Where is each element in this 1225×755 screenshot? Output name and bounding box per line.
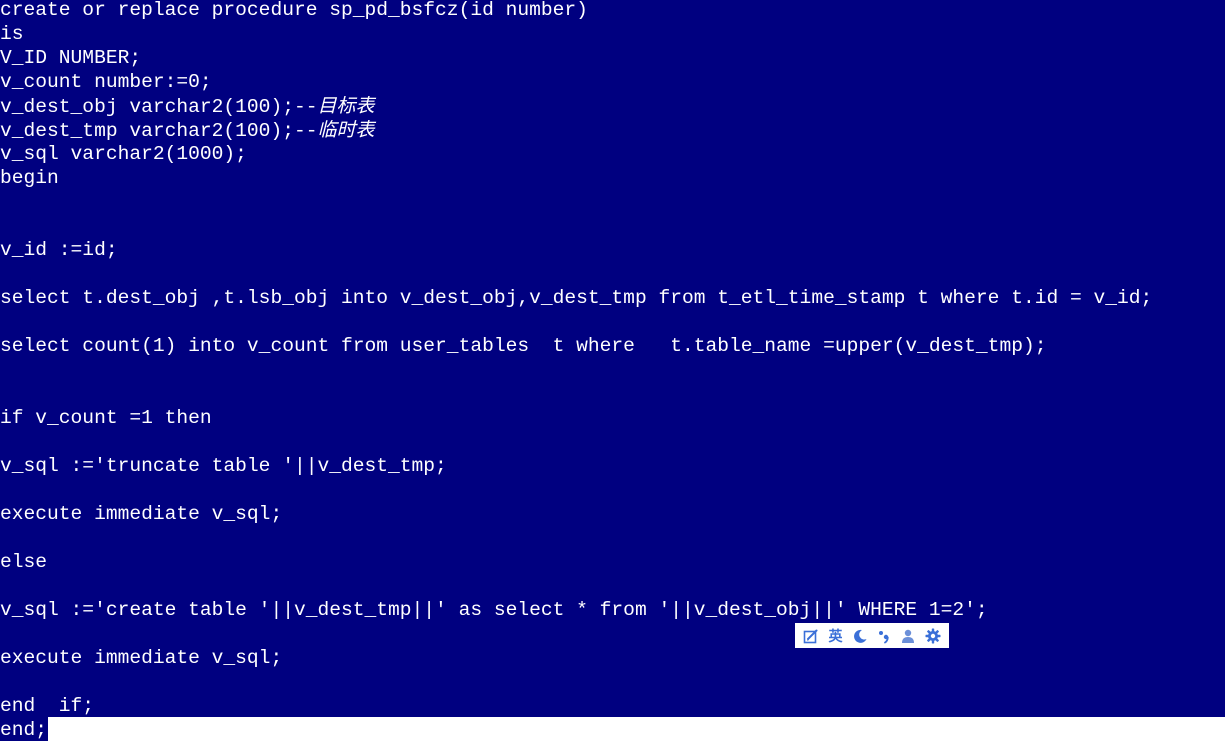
- code-editor[interactable]: create or replace procedure sp_pd_bsfcz(…: [0, 0, 1225, 717]
- screen: create or replace procedure sp_pd_bsfcz(…: [0, 0, 1225, 755]
- moon-icon[interactable]: [851, 627, 869, 645]
- code-line: is: [0, 23, 24, 45]
- code-line: v_sql :='truncate table '||v_dest_tmp;: [0, 455, 447, 477]
- code-line: execute immediate v_sql;: [0, 647, 283, 669]
- code-line: create or replace procedure sp_pd_bsfcz(…: [0, 0, 588, 21]
- code-line: v_count number:=0;: [0, 71, 212, 93]
- code-comment: 临时表: [317, 119, 375, 141]
- code-line: v_dest_tmp varchar2(100);--临时表: [0, 118, 375, 142]
- user-icon[interactable]: [899, 627, 917, 645]
- code-line: end if;: [0, 695, 95, 717]
- ime-toolbar: 英: [795, 623, 949, 648]
- code-line: v_dest_obj varchar2(100);--目标表: [0, 94, 375, 118]
- code-text: v_dest_tmp varchar2(100);--: [0, 120, 318, 142]
- code-line: else: [0, 551, 48, 573]
- code-line: select t.dest_obj ,t.lsb_obj into v_dest…: [0, 287, 1153, 309]
- language-toggle-button[interactable]: 英: [826, 627, 844, 645]
- code-line: begin: [0, 167, 59, 189]
- code-line: select count(1) into v_count from user_t…: [0, 335, 1047, 357]
- punctuation-icon[interactable]: [875, 627, 893, 645]
- code-line: v_id :=id;: [0, 239, 118, 261]
- code-comment: 目标表: [317, 95, 375, 117]
- skin-icon[interactable]: [802, 627, 820, 645]
- code-editor-tail[interactable]: end;: [0, 717, 48, 741]
- code-text: v_dest_obj varchar2(100);--: [0, 96, 318, 118]
- code-line: v_sql varchar2(1000);: [0, 143, 247, 165]
- gear-icon[interactable]: [924, 627, 942, 645]
- code-line: V_ID NUMBER;: [0, 47, 142, 69]
- code-line: if v_count =1 then: [0, 407, 212, 429]
- code-line: v_sql :='create table '||v_dest_tmp||' a…: [0, 599, 988, 621]
- code-line: end;: [0, 719, 48, 741]
- code-line: execute immediate v_sql;: [0, 503, 283, 525]
